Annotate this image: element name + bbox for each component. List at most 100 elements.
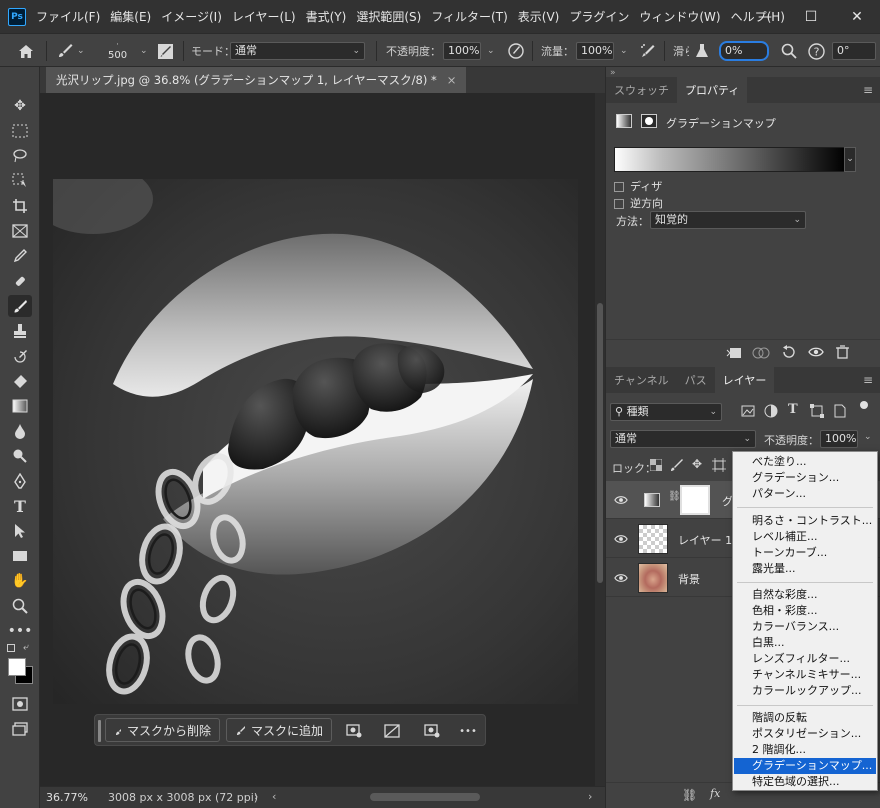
minimize-button[interactable]: —	[742, 0, 788, 33]
eraser-tool[interactable]	[8, 370, 32, 392]
scroll-left-arrow[interactable]: ‹	[272, 790, 276, 803]
layer-name[interactable]: レイヤー 1	[678, 532, 732, 548]
menu-item-curves[interactable]: トーンカーブ...	[734, 545, 876, 561]
smoothing-settings[interactable]	[695, 34, 709, 68]
zoom-tool[interactable]	[8, 595, 32, 617]
disable-mask-button[interactable]	[381, 720, 403, 742]
home-button[interactable]	[18, 34, 34, 68]
tab-channels[interactable]: チャンネル	[606, 367, 677, 393]
menu-item-levels[interactable]: レベル補正...	[734, 529, 876, 545]
link-icon[interactable]: ⛓	[668, 491, 681, 502]
menu-edit[interactable]: 編集(E)	[110, 8, 151, 25]
scroll-right-arrow[interactable]: ›	[588, 790, 592, 803]
visibility-eye-icon[interactable]	[614, 493, 628, 507]
menu-image[interactable]: イメージ(I)	[161, 8, 222, 25]
dither-checkbox[interactable]: ディザ	[614, 178, 662, 194]
menu-file[interactable]: ファイル(F)	[36, 8, 100, 25]
quick-mask-button[interactable]	[8, 693, 32, 715]
menu-item-vibrance[interactable]: 自然な彩度...	[734, 587, 876, 603]
horizontal-scroll-thumb[interactable]	[370, 793, 480, 801]
brush-settings-toggle[interactable]	[157, 34, 174, 68]
type-tool[interactable]: T	[8, 495, 32, 517]
mode-select[interactable]: 通常 ⌄	[230, 42, 365, 60]
brush-tool[interactable]	[8, 295, 32, 317]
swap-colors-icon[interactable]: ⤶	[23, 642, 29, 653]
more-options-button[interactable]: •••	[457, 720, 479, 742]
reset-icon[interactable]	[781, 345, 795, 359]
chevron-down-icon[interactable]: ⌄	[620, 46, 628, 56]
blend-mode-select[interactable]: 通常 ⌄	[610, 430, 756, 448]
add-to-mask-button[interactable]: マスクに追加	[226, 718, 332, 742]
object-selection-tool[interactable]	[8, 170, 32, 192]
visibility-eye-icon[interactable]	[614, 571, 628, 585]
menu-filter[interactable]: フィルター(T)	[431, 8, 507, 25]
menu-item-gradient-map[interactable]: グラデーションマップ...	[734, 758, 876, 774]
link-layers-icon[interactable]: ⛓	[682, 788, 697, 802]
menu-select[interactable]: 選択範囲(S)	[356, 8, 421, 25]
drag-handle[interactable]	[98, 720, 101, 742]
menu-item-selective-color[interactable]: 特定色域の選択...	[734, 774, 876, 790]
menu-item-brightness-contrast[interactable]: 明るさ・コントラスト...	[734, 513, 876, 529]
move-tool[interactable]: ✥	[8, 95, 32, 117]
filter-smart-object-icon[interactable]	[834, 404, 846, 418]
clone-stamp-tool[interactable]	[8, 320, 32, 342]
menu-item-color-lookup[interactable]: カラールックアップ...	[734, 683, 876, 699]
background-layer-thumbnail[interactable]	[638, 563, 668, 593]
crop-tool[interactable]	[8, 195, 32, 217]
layer-thumbnail-transparent[interactable]	[638, 524, 668, 554]
menu-item-posterize[interactable]: ポスタリゼーション...	[734, 726, 876, 742]
edit-toolbar-button[interactable]: •••	[8, 620, 33, 642]
foreground-color-swatch[interactable]	[8, 658, 26, 676]
tab-swatches[interactable]: スウォッチ	[606, 77, 677, 103]
menu-item-exposure[interactable]: 露光量...	[734, 561, 876, 577]
hand-tool[interactable]: ✋	[8, 570, 32, 592]
menu-item-gradient[interactable]: グラデーション...	[734, 470, 876, 486]
dodge-tool[interactable]	[8, 445, 32, 467]
trash-icon[interactable]	[836, 345, 849, 359]
eyedropper-tool[interactable]	[8, 245, 32, 267]
layer-mask-icon[interactable]	[641, 114, 657, 128]
blur-tool[interactable]	[8, 420, 32, 442]
menu-layer[interactable]: レイヤー(L)	[232, 8, 296, 25]
lock-pixels-icon[interactable]	[670, 458, 684, 472]
menu-item-color-balance[interactable]: カラーバランス...	[734, 619, 876, 635]
vertical-scrollbar[interactable]	[595, 93, 605, 786]
flow-input[interactable]: 100%	[576, 42, 614, 60]
menu-type[interactable]: 書式(Y)	[306, 8, 347, 25]
chevron-down-icon[interactable]: ⌄	[140, 46, 148, 56]
tab-layers[interactable]: レイヤー	[714, 367, 775, 393]
filter-shape-icon[interactable]	[810, 404, 824, 418]
menu-item-threshold[interactable]: 2 階調化...	[734, 742, 876, 758]
angle-input[interactable]: 0°	[832, 42, 876, 60]
menu-item-black-white[interactable]: 白黒...	[734, 635, 876, 651]
menu-window[interactable]: ウィンドウ(W)	[639, 8, 720, 25]
menu-view[interactable]: 表示(V)	[518, 8, 560, 25]
pen-tool[interactable]	[8, 470, 32, 492]
document-tab[interactable]: 光沢リップ.jpg @ 36.8% (グラデーションマップ 1, レイヤーマスク…	[46, 67, 467, 93]
layer-filter-select[interactable]: ⚲ 種類 ⌄	[610, 403, 722, 421]
mask-properties-button[interactable]	[343, 720, 365, 742]
lasso-tool[interactable]	[8, 145, 32, 167]
layer-name[interactable]: 背景	[678, 571, 700, 587]
rectangle-tool[interactable]	[8, 545, 32, 567]
layer-mask-thumbnail[interactable]	[680, 485, 710, 515]
filter-adjustment-icon[interactable]	[764, 404, 778, 418]
gradient-tool[interactable]	[8, 395, 32, 417]
screen-mode-button[interactable]	[8, 718, 32, 740]
lock-artboard-icon[interactable]	[712, 458, 726, 472]
path-selection-tool[interactable]	[8, 520, 32, 542]
pressure-opacity-toggle[interactable]	[507, 34, 525, 68]
tab-paths[interactable]: パス	[677, 367, 715, 393]
subtract-from-mask-button[interactable]: マスクから削除	[105, 718, 220, 742]
close-tab-icon[interactable]: ×	[447, 73, 457, 87]
marquee-tool[interactable]	[8, 120, 32, 142]
panel-menu-icon[interactable]: ≡	[863, 373, 873, 387]
method-select[interactable]: 知覚的 ⌄	[650, 211, 806, 229]
reverse-checkbox-box[interactable]	[614, 199, 624, 209]
menu-item-invert[interactable]: 階調の反転	[734, 710, 876, 726]
tab-properties[interactable]: プロパティ	[677, 77, 748, 103]
opacity-input[interactable]: 100%	[443, 42, 481, 60]
default-colors-icon[interactable]	[7, 644, 15, 652]
view-previous-state-icon[interactable]	[752, 346, 770, 360]
visibility-eye-icon[interactable]	[808, 346, 824, 358]
